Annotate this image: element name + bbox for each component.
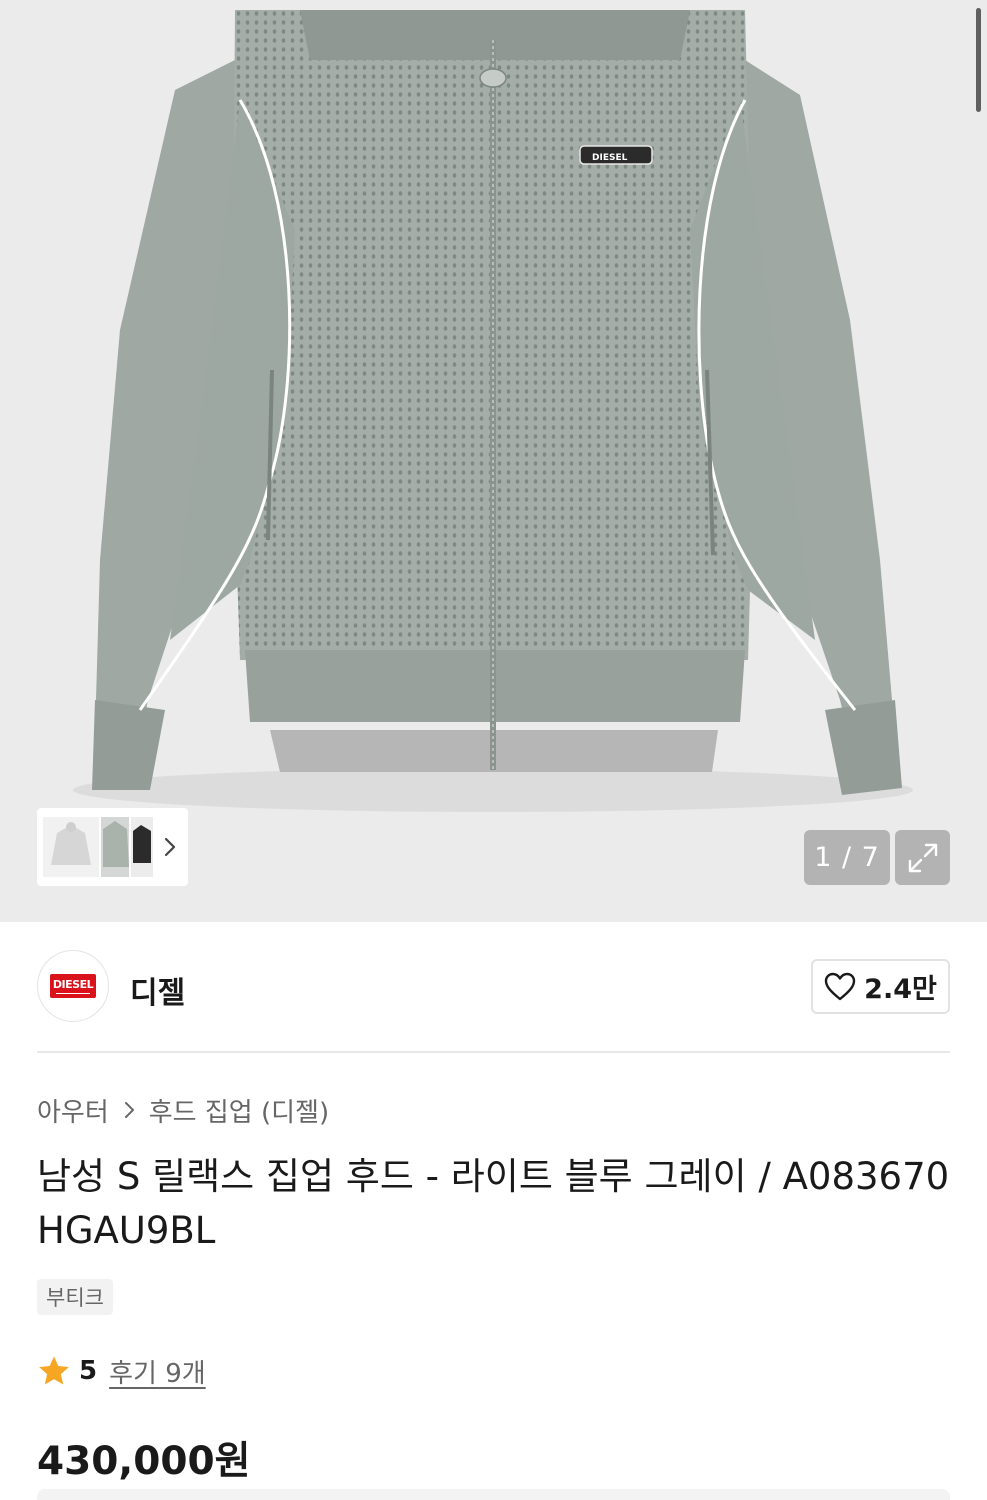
product-title: 남성 S 릴랙스 집업 후드 - 라이트 블루 그레이 / A083670HGA… bbox=[37, 1155, 950, 1252]
section-divider bbox=[37, 1051, 950, 1053]
expand-icon bbox=[908, 843, 937, 872]
thumbnail-strip[interactable] bbox=[37, 808, 188, 886]
breadcrumb-subcategory[interactable]: 후드 집업 (디젤) bbox=[149, 1092, 329, 1129]
patch-brand-text: DIESEL bbox=[592, 153, 628, 163]
expand-button[interactable] bbox=[895, 830, 950, 885]
like-count: 2.4만 bbox=[864, 974, 937, 1005]
star-icon bbox=[39, 1356, 69, 1385]
brand-logo-text: DIESEL bbox=[52, 977, 94, 991]
chevron-right-icon[interactable] bbox=[160, 834, 180, 860]
next-section-box bbox=[37, 1489, 950, 1500]
like-button[interactable]: 2.4만 bbox=[811, 959, 950, 1014]
product-photo-hoodie: DIESEL bbox=[73, 10, 913, 812]
brand-logo[interactable]: DIESEL bbox=[37, 950, 109, 1022]
image-counter: 1 / 7 bbox=[804, 830, 890, 885]
brand-name[interactable]: 디젤 bbox=[130, 968, 185, 1012]
thumbnail-images[interactable] bbox=[43, 815, 153, 879]
brand-logo-badge: DIESEL bbox=[50, 974, 96, 998]
breadcrumb: 아우터 후드 집업 (디젤) bbox=[37, 1090, 329, 1130]
heart-outline-icon bbox=[824, 972, 856, 1000]
product-price: 430,000원 bbox=[37, 1439, 251, 1484]
rating-score: 5 bbox=[79, 1356, 98, 1386]
rating-row: 5 후기 9개 bbox=[37, 1351, 206, 1391]
reviews-link[interactable]: 후기 9개 bbox=[109, 1353, 206, 1390]
brand-row: DIESEL 디젤 2.4만 bbox=[37, 950, 950, 1024]
product-image-gallery[interactable]: DIESEL 1 / 7 bbox=[0, 0, 987, 922]
product-tag-badge: 부티크 bbox=[37, 1279, 113, 1315]
page-scrollbar[interactable] bbox=[976, 8, 981, 112]
breadcrumb-category[interactable]: 아우터 bbox=[37, 1092, 109, 1129]
chevron-right-icon bbox=[123, 1099, 137, 1121]
